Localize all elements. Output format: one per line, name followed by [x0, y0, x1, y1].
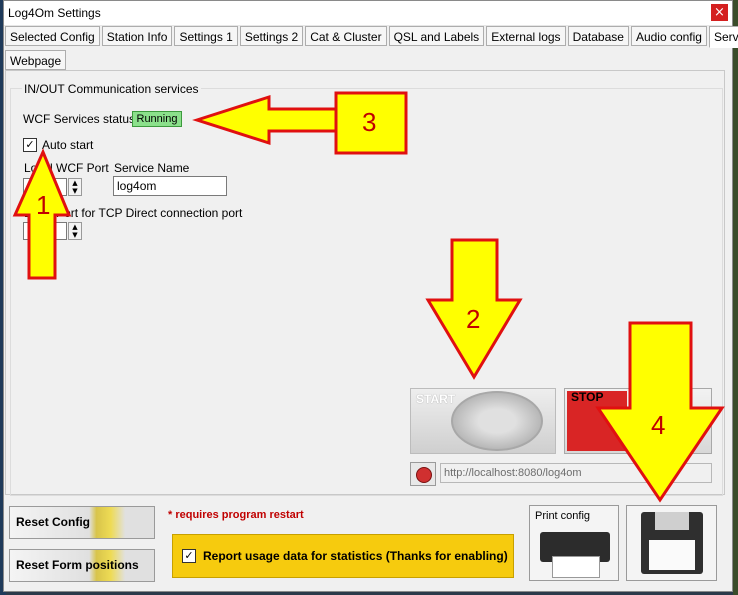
annotation-number-4: 4 [651, 410, 666, 440]
annotation-arrow-3 [192, 94, 338, 146]
annotation-number-3: 3 [362, 107, 377, 137]
annotation-overlay [12, 91, 725, 503]
annotation-number-1: 1 [36, 190, 51, 220]
annotation-number-2: 2 [466, 304, 481, 334]
